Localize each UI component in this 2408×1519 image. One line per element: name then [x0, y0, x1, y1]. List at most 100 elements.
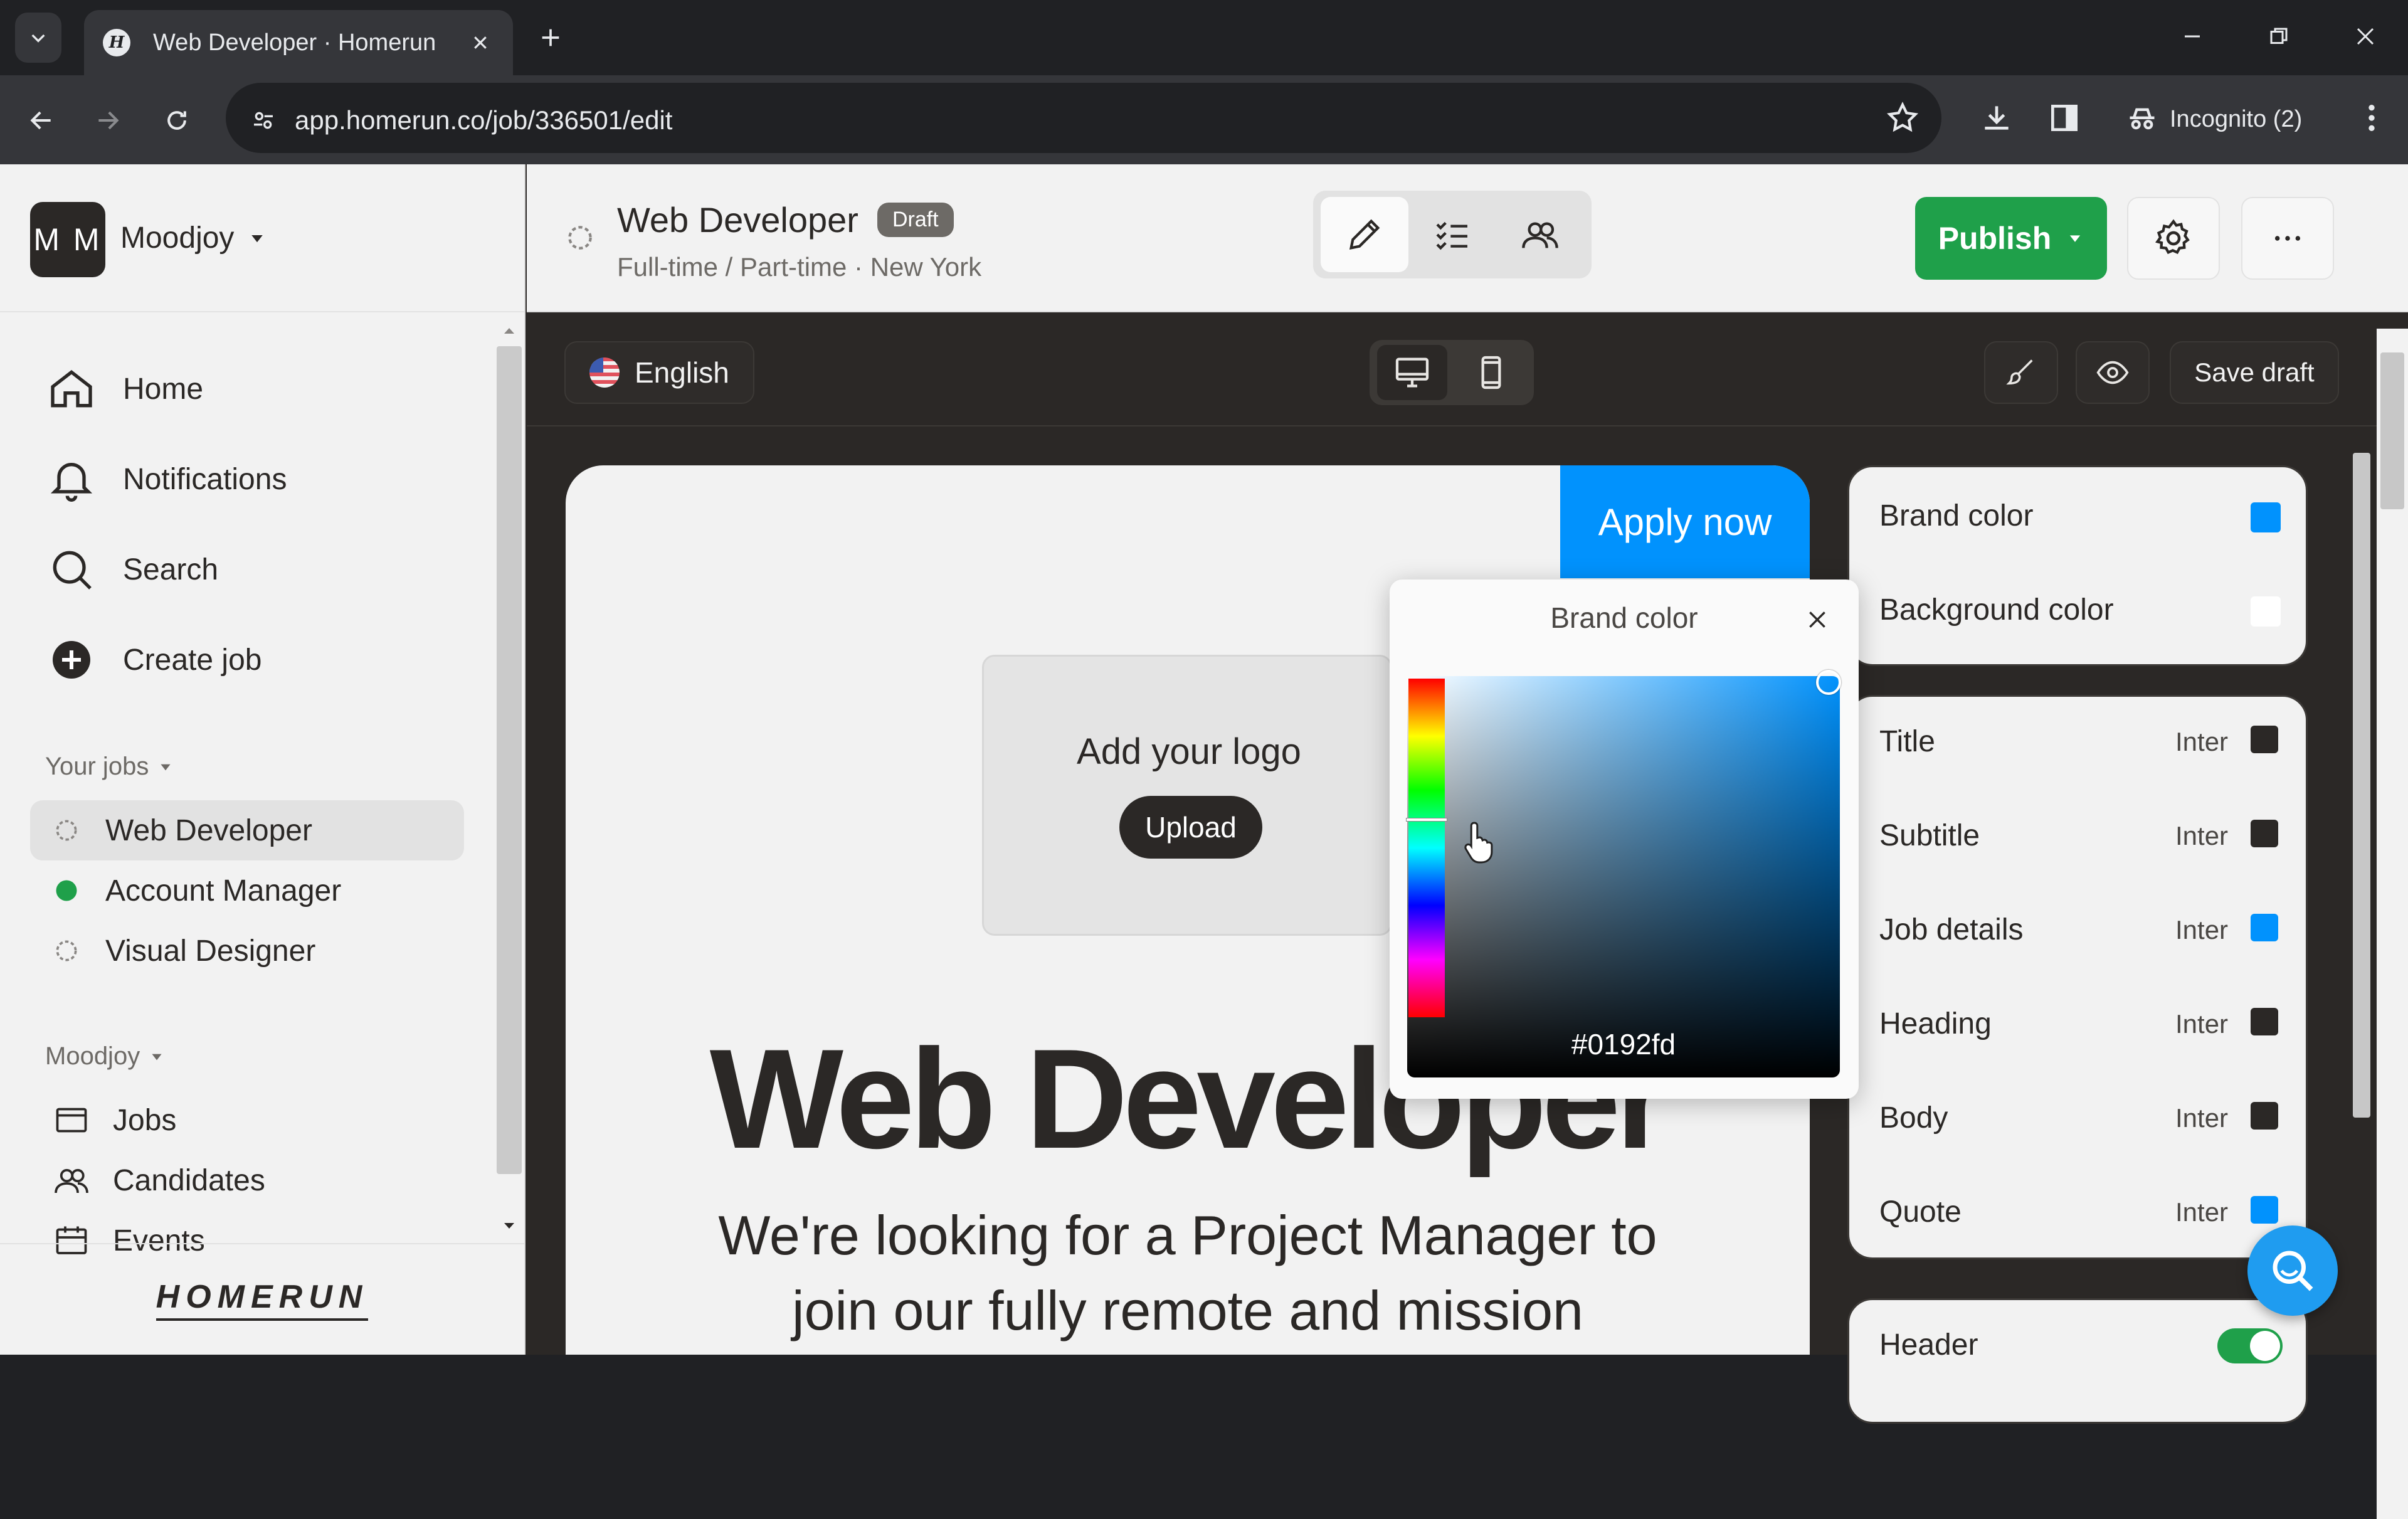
browser-menu-button[interactable]: [2354, 100, 2389, 135]
logo-upload-area[interactable]: Add your logo Upload: [982, 655, 1392, 936]
upload-button[interactable]: Upload: [1119, 796, 1262, 859]
style-brush-button[interactable]: [1984, 341, 2058, 404]
nav-jobs[interactable]: Jobs: [30, 1090, 464, 1150]
edit-mode-button[interactable]: [1321, 197, 1408, 272]
tab-close-button[interactable]: [467, 29, 494, 56]
company-switcher[interactable]: Moodjoy: [120, 221, 267, 255]
back-button[interactable]: [21, 100, 61, 140]
company-avatar[interactable]: M M: [30, 202, 105, 277]
brush-icon: [2006, 359, 2033, 385]
nav-create-job[interactable]: Create job: [45, 633, 261, 686]
hex-value[interactable]: #0192fd: [1407, 1027, 1840, 1061]
nav-candidates[interactable]: Candidates: [30, 1150, 464, 1210]
nav-create-job-label: Create job: [123, 643, 262, 677]
typography-body-font[interactable]: Inter: [2175, 1103, 2228, 1133]
typography-title-label: Title: [1879, 725, 1935, 758]
typography-heading-swatch[interactable]: [2251, 1008, 2278, 1035]
background-color-swatch[interactable]: [2251, 596, 2281, 627]
typography-subtitle-swatch[interactable]: [2251, 820, 2278, 847]
apply-now-button[interactable]: Apply now: [1560, 465, 1810, 578]
job-intro-text[interactable]: We're looking for a Project Manager to j…: [566, 1198, 1810, 1348]
typography-title-swatch[interactable]: [2251, 726, 2278, 753]
close-window-button[interactable]: [2347, 18, 2384, 55]
bookmark-star-button[interactable]: [1885, 100, 1920, 135]
typography-body-swatch[interactable]: [2251, 1102, 2278, 1130]
job-item-web-developer[interactable]: Web Developer: [30, 800, 464, 860]
nav-search[interactable]: Search: [45, 543, 218, 596]
save-draft-button[interactable]: Save draft: [2170, 341, 2339, 404]
language-selector[interactable]: English: [564, 341, 754, 404]
forward-button[interactable]: [88, 100, 128, 140]
saturation-area[interactable]: [1407, 676, 1840, 1077]
publish-button[interactable]: Publish: [1915, 197, 2107, 280]
mobile-preview-button[interactable]: [1456, 345, 1526, 400]
desktop-preview-button[interactable]: [1377, 345, 1447, 400]
typography-job-details-swatch[interactable]: [2251, 914, 2278, 941]
incognito-label: Incognito (2): [2170, 105, 2303, 132]
help-search-button[interactable]: [2247, 1225, 2338, 1316]
typography-job-details-font[interactable]: Inter: [2175, 915, 2228, 945]
download-icon: [1985, 106, 2009, 130]
side-panel-button[interactable]: [2047, 100, 2082, 135]
typography-quote-font[interactable]: Inter: [2175, 1197, 2228, 1227]
browser-tab[interactable]: H Web Developer · Homerun: [84, 10, 513, 75]
more-options-button[interactable]: [2241, 197, 2334, 280]
tab-search-button[interactable]: [15, 13, 61, 63]
your-jobs-section[interactable]: Your jobs: [45, 753, 174, 781]
restore-button[interactable]: [2260, 18, 2298, 55]
brand-color-picker: Brand color #0192fd: [1390, 580, 1859, 1099]
site-info-button[interactable]: [243, 100, 283, 140]
job-settings-button[interactable]: [2127, 197, 2220, 280]
header-setting-label: Header: [1879, 1328, 1978, 1362]
picker-title: Brand color: [1550, 601, 1698, 634]
typography-title-font[interactable]: Inter: [2175, 727, 2228, 757]
url-text[interactable]: app.homerun.co/job/336501/edit: [295, 102, 672, 139]
sidebar: M M Moodjoy Home Notifications Search Cr…: [0, 164, 525, 1355]
mobile-icon: [1481, 356, 1501, 389]
job-title[interactable]: Web Developer: [617, 199, 858, 240]
caret-down-icon: [161, 764, 171, 770]
saturation-handle[interactable]: [1816, 670, 1841, 695]
jobs-icon: [53, 1101, 90, 1139]
downloads-button[interactable]: [1979, 100, 2014, 135]
reload-button[interactable]: [157, 100, 197, 140]
job-item-visual-designer[interactable]: Visual Designer: [30, 921, 464, 981]
preview-button[interactable]: [2076, 341, 2150, 404]
draft-status-icon: [53, 817, 80, 844]
caret-down-icon: [152, 1054, 162, 1060]
header-toggle[interactable]: [2217, 1328, 2283, 1363]
new-tab-button[interactable]: [532, 19, 569, 56]
company-section[interactable]: Moodjoy: [45, 1042, 165, 1071]
typography-quote-swatch[interactable]: [2251, 1196, 2278, 1224]
nav-search-label: Search: [123, 553, 219, 586]
job-subtitle: Full-time / Part-time · New York: [617, 252, 982, 282]
typography-job-details-label: Job details: [1879, 913, 2024, 946]
sidebar-footer: HOMERUN: [0, 1243, 524, 1355]
typography-heading-font[interactable]: Inter: [2175, 1009, 2228, 1039]
page-scrollbar-thumb[interactable]: [2380, 352, 2404, 509]
scroll-down-arrow-icon[interactable]: [502, 1218, 517, 1233]
picker-close-button[interactable]: [1802, 605, 1832, 635]
hue-slider[interactable]: [1408, 679, 1445, 1017]
nav-notifications[interactable]: Notifications: [45, 453, 287, 505]
minimize-button[interactable]: [2173, 18, 2211, 55]
style-panel-scrollbar-thumb[interactable]: [2353, 453, 2370, 1118]
hue-slider-handle[interactable]: [1406, 818, 1447, 822]
typography-subtitle-font[interactable]: Inter: [2175, 821, 2228, 851]
brand-color-swatch[interactable]: [2251, 502, 2281, 532]
home-icon: [45, 363, 98, 415]
draft-status-icon: [53, 937, 80, 965]
nav-candidates-label: Candidates: [113, 1163, 265, 1197]
incognito-indicator[interactable]: Incognito (2): [2107, 94, 2321, 144]
scroll-up-arrow-icon[interactable]: [502, 324, 517, 339]
job-header: Web Developer Draft Full-time / Part-tim…: [527, 164, 2408, 312]
job-item-account-manager[interactable]: Account Manager: [30, 860, 464, 921]
candidates-mode-button[interactable]: [1496, 197, 1584, 272]
sidebar-scrollbar-thumb[interactable]: [497, 346, 522, 1174]
app-root: M M Moodjoy Home Notifications Search Cr…: [0, 164, 2408, 1519]
reload-icon: [167, 111, 186, 130]
nav-home[interactable]: Home: [45, 363, 203, 415]
star-icon: [1886, 102, 1919, 132]
checklist-mode-button[interactable]: [1408, 197, 1496, 272]
homerun-logo: HOMERUN: [156, 1278, 369, 1321]
